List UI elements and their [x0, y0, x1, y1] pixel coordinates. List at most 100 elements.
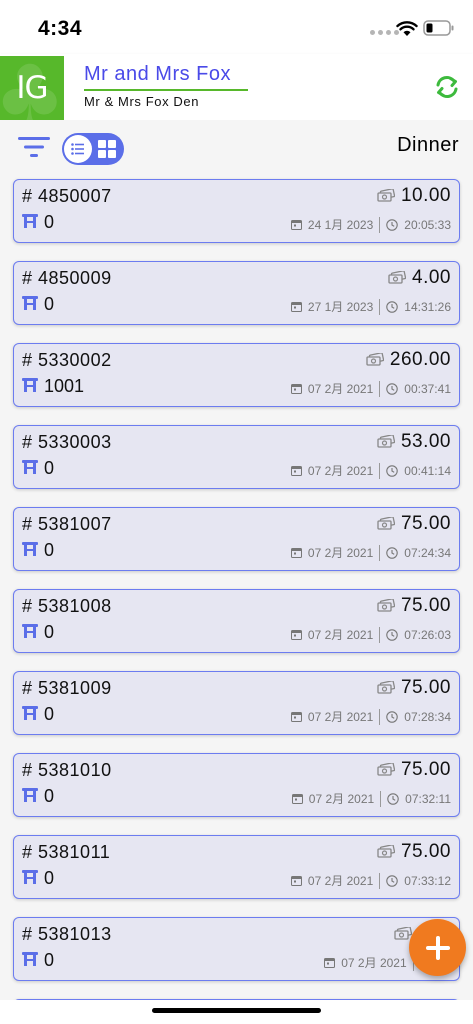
add-order-button[interactable]	[409, 919, 466, 976]
table-number: 0	[44, 212, 55, 232]
order-amount-group: 260.00	[366, 349, 451, 371]
meta-divider	[379, 872, 381, 889]
home-bar-area	[0, 1000, 473, 1024]
table-icon	[22, 296, 38, 310]
app-header: ♣ IG Mr and Mrs Fox Mr & Mrs Fox Den	[0, 54, 473, 120]
table-icon	[22, 870, 38, 884]
order-date: 07 2月 2021	[307, 628, 374, 642]
calendar-icon	[290, 466, 302, 476]
order-date: 07 2月 2021	[307, 382, 374, 396]
clock-icon	[386, 300, 399, 313]
meta-divider	[379, 626, 381, 643]
order-time: 14:31:26	[404, 299, 451, 314]
order-time: 07:28:34	[404, 709, 451, 724]
order-amount-group: 75.00	[377, 595, 451, 617]
clock-icon	[386, 382, 399, 395]
calendar-icon	[290, 384, 302, 394]
venue-title[interactable]: Mr and Mrs Fox	[84, 63, 231, 86]
cash-icon	[377, 845, 395, 858]
order-timestamp: 24 1月 2023 20:05:33	[290, 216, 451, 233]
order-date: 07 2月 2021	[307, 710, 374, 724]
order-date: 07 2月 2021	[341, 956, 407, 970]
order-amount: 75.00	[400, 759, 451, 780]
clock-icon	[386, 710, 399, 723]
clock-icon	[386, 218, 399, 231]
meal-period-label[interactable]: Dinner	[397, 134, 459, 157]
table-number: 1001	[44, 376, 85, 396]
order-amount: 4.00	[412, 267, 451, 288]
table-number: 0	[44, 950, 55, 970]
plus-icon	[425, 935, 450, 960]
meta-divider	[380, 790, 382, 807]
wifi-icon	[396, 21, 418, 36]
calendar-icon	[290, 876, 302, 886]
order-time: 07:24:34	[404, 545, 451, 560]
order-timestamp: 07 2月 2021 00:37:41	[290, 380, 451, 397]
cash-icon	[377, 763, 395, 776]
venue-logo[interactable]: ♣ IG	[0, 56, 64, 120]
order-amount-group: 53.00	[377, 431, 451, 453]
order-date: 24 1月 2023	[307, 218, 374, 232]
table-number: 0	[44, 868, 55, 888]
order-amount-group: 10.00	[377, 185, 451, 207]
view-mode-toggle[interactable]	[62, 133, 124, 165]
order-card[interactable]: # 4850009 4.00 0 27 1月 2023 14:31:26	[13, 261, 460, 325]
order-card[interactable]: # 5381007 75.00 0 07 2月 2021 07:24:34	[13, 507, 460, 571]
order-card[interactable]: # 5330002 260.00 1001 07 2月 2021 00:37:4…	[13, 343, 460, 407]
cash-icon	[377, 517, 395, 530]
order-amount-group: 75.00	[377, 841, 451, 863]
table-icon	[22, 542, 38, 556]
list-view-icon[interactable]	[64, 135, 92, 163]
order-amount-group: 75.00	[377, 513, 451, 535]
order-amount-group: 75.00	[377, 759, 451, 781]
order-time: 20:05:33	[404, 217, 451, 232]
order-timestamp: 07 2月 2021 07:24:34	[290, 544, 451, 561]
order-amount-group: 4.00	[388, 267, 451, 289]
logo-text: IG	[16, 70, 48, 106]
order-card[interactable]: # 5381010 75.00 0 07 2月 2021 07:32:11	[13, 753, 460, 817]
meta-divider	[379, 298, 381, 315]
order-date: 07 2月 2021	[308, 792, 375, 806]
order-number: # 5381013	[22, 924, 112, 944]
clock-icon	[386, 464, 399, 477]
order-timestamp: 07 2月 2021 07:28:34	[290, 708, 451, 725]
battery-icon	[423, 20, 454, 36]
order-amount: 260.00	[389, 349, 451, 370]
order-number: # 4850007	[22, 186, 112, 206]
order-card[interactable]: # 5381013 612 0	[13, 917, 460, 981]
order-timestamp: 07 2月 2021 07:32:11	[291, 790, 451, 807]
order-card[interactable]: # 4850007 10.00 0 24 1月 2023 20:05:33	[13, 179, 460, 243]
order-amount: 53.00	[400, 431, 451, 452]
order-time: 07:26:03	[404, 627, 451, 642]
venue-subtitle: Mr & Mrs Fox Den	[84, 94, 200, 109]
order-card[interactable]: # 5381008 75.00 0 07 2月 2021 07:26:03	[13, 589, 460, 653]
signal-icon	[370, 30, 399, 35]
order-card[interactable]: # 5330003 53.00 0 07 2月 2021 00:41:14	[13, 425, 460, 489]
table-icon	[22, 378, 38, 392]
order-card[interactable]: # 5381009 75.00 0 07 2月 2021 07:28:34	[13, 671, 460, 735]
home-indicator[interactable]	[152, 1008, 321, 1013]
order-date: 27 1月 2023	[307, 300, 374, 314]
order-card[interactable]: # 5381011 75.00 0 07 2月 2021 07:33:12	[13, 835, 460, 899]
cash-icon	[388, 271, 407, 284]
cash-icon	[377, 681, 395, 694]
order-number: # 5381011	[22, 842, 111, 862]
order-list[interactable]: # 4850007 10.00 0 24 1月 2023 20:05:33 # …	[0, 174, 473, 1000]
cash-icon	[377, 189, 395, 202]
refresh-icon[interactable]	[432, 72, 462, 102]
order-amount: 10.00	[400, 185, 451, 206]
filter-icon[interactable]	[18, 136, 50, 158]
cash-icon	[366, 353, 384, 366]
calendar-icon	[290, 220, 302, 230]
clock-icon	[386, 546, 399, 559]
table-number: 0	[44, 294, 55, 314]
order-amount: 75.00	[400, 513, 451, 534]
order-timestamp: 27 1月 2023 14:31:26	[290, 298, 451, 315]
toolbar: Dinner	[0, 120, 473, 174]
order-date: 07 2月 2021	[307, 464, 374, 478]
table-number: 0	[44, 458, 55, 478]
order-timestamp: 07 2月 2021 07:26:03	[290, 626, 451, 643]
status-time: 4:34	[38, 17, 83, 40]
grid-view-icon[interactable]	[98, 140, 116, 158]
order-time: 00:41:14	[404, 463, 451, 478]
